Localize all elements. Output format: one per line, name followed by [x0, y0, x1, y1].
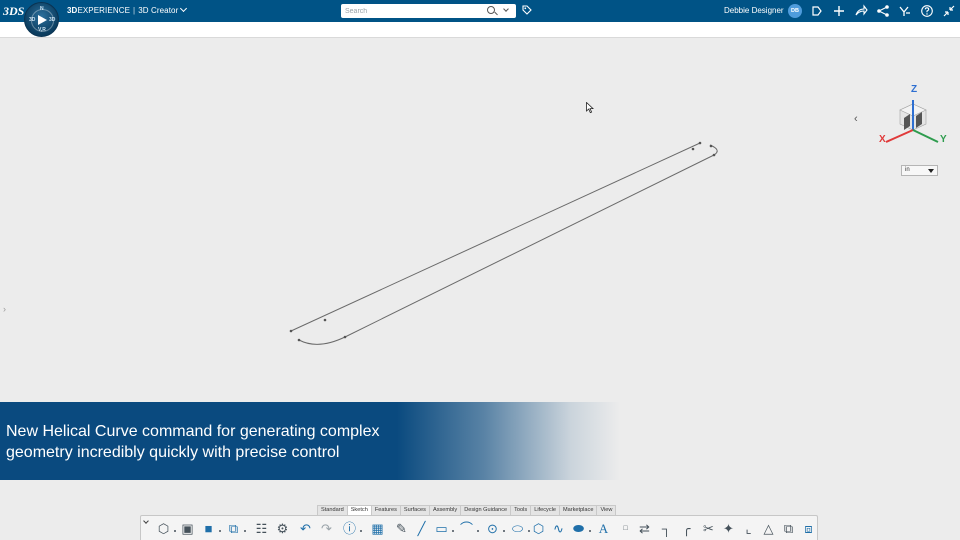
caption-line-2: geometry incredibly quickly with precise… — [6, 444, 340, 461]
share-network-icon[interactable] — [876, 4, 890, 18]
search-input[interactable] — [345, 5, 480, 17]
compass-west-label: 3D — [29, 17, 36, 23]
action-bar-collapse-chevron-icon[interactable] — [143, 518, 149, 524]
tab-sketch[interactable]: Sketch — [346, 505, 372, 515]
undo-icon[interactable]: ↶ — [297, 520, 314, 537]
x-axis-label: X — [879, 134, 886, 145]
sketch-point[interactable] — [323, 318, 327, 322]
sketch-plane-icon[interactable]: ⧉ — [225, 520, 246, 537]
tab-design-guidance[interactable]: Design Guidance — [460, 505, 512, 515]
properties-icon[interactable]: ☷ — [253, 520, 270, 537]
constraint-icon[interactable]: △ — [760, 520, 777, 537]
brand-bold: 3D — [67, 6, 78, 15]
user-name[interactable]: Debbie Designer — [724, 6, 784, 15]
project-icon[interactable]: ✦ — [720, 520, 737, 537]
collapse-fullscreen-icon[interactable] — [942, 4, 956, 18]
community-icon[interactable] — [898, 4, 912, 18]
tab-standard[interactable]: Standard — [317, 505, 348, 515]
cube-icon[interactable]: ⧉ — [780, 520, 797, 537]
chevron-left-icon[interactable]: ‹ — [854, 113, 858, 125]
save-icon[interactable]: ■ — [200, 520, 221, 537]
circle-icon[interactable]: ⊙ — [484, 520, 505, 537]
help-icon[interactable] — [920, 4, 934, 18]
caption-text: New Helical Curve command for generating… — [6, 421, 606, 463]
sketch-line-lower[interactable] — [344, 154, 715, 338]
tab-features[interactable]: Features — [370, 505, 401, 515]
compass-widget[interactable]: 3D V,R N 3D — [24, 2, 59, 37]
z-axis-label: Z — [911, 84, 918, 95]
sketch-point[interactable] — [712, 153, 716, 157]
mouse-cursor-icon — [586, 102, 594, 114]
corner-icon[interactable]: ┐ — [658, 520, 675, 537]
view-cube-icon[interactable]: ⬡ — [155, 520, 176, 537]
sketch-line-upper[interactable] — [290, 142, 701, 332]
play-icon[interactable] — [38, 15, 47, 25]
brand-rest: EXPERIENCE — [77, 6, 131, 15]
caption-line-1: New Helical Curve command for generating… — [6, 423, 380, 440]
action-bar-tabs: Standard Sketch Features Surfaces Assemb… — [317, 505, 617, 515]
dassault-logo-icon: 3DS — [3, 4, 25, 18]
sub-bar — [0, 22, 960, 38]
sketch-arc-left[interactable] — [298, 336, 346, 345]
plus-icon[interactable] — [832, 4, 846, 18]
search-box[interactable] — [341, 4, 516, 18]
polygon-icon[interactable]: ⬡ — [530, 520, 547, 537]
sketch-point[interactable] — [297, 338, 301, 342]
tab-surfaces[interactable]: Surfaces — [399, 505, 430, 515]
orientation-triad[interactable]: Z X Y — [876, 82, 950, 150]
line-icon[interactable]: ╱ — [413, 520, 430, 537]
rectangle-icon[interactable]: ▭ — [433, 520, 454, 537]
tab-assembly[interactable]: Assembly — [428, 505, 462, 515]
tab-lifecycle[interactable]: Lifecycle — [530, 505, 560, 515]
compass-east-label: 3D — [49, 17, 56, 23]
offset-icon[interactable]: ⇄ — [636, 520, 653, 537]
spline-icon[interactable]: ∿ — [550, 520, 567, 537]
tab-tools[interactable]: Tools — [510, 505, 532, 515]
chamfer-icon[interactable]: ⌞ — [740, 520, 757, 537]
caption-banner: New Helical Curve command for generating… — [0, 402, 620, 480]
compass-north-label: N — [40, 6, 44, 12]
grid-icon[interactable]: ▦ — [369, 520, 386, 537]
y-axis-label: Y — [940, 134, 947, 145]
ellipse-icon[interactable]: ⬭ — [509, 520, 530, 537]
sketch-point[interactable] — [289, 329, 293, 333]
settings-icon[interactable]: ⚙ — [274, 520, 291, 537]
text-icon[interactable]: A — [595, 520, 612, 537]
add-content-icon[interactable] — [810, 4, 824, 18]
chevron-down-icon — [180, 4, 188, 13]
redo-icon[interactable]: ↷ — [318, 520, 335, 537]
slot-icon[interactable]: ⬬ — [570, 520, 591, 537]
share-icon[interactable] — [854, 4, 868, 18]
unit-select[interactable]: in — [901, 165, 938, 176]
trim-icon[interactable]: ✂ — [700, 520, 717, 537]
top-bar: 3DS 3DEXPERIENCE|3D Creator Debbie Desig… — [0, 0, 960, 22]
pen-icon[interactable]: ✎ — [393, 520, 410, 537]
app-name: 3D Creator — [138, 6, 179, 15]
exit-sketch-icon[interactable]: ⧈ — [800, 520, 817, 537]
tag-icon[interactable] — [522, 5, 532, 15]
help-icon[interactable]: ⓘ — [341, 520, 362, 537]
sketch-point[interactable] — [343, 335, 347, 339]
sketch-point[interactable] — [698, 141, 702, 145]
brand-separator: | — [133, 6, 136, 15]
app-brand[interactable]: 3DEXPERIENCE | 3D Creator — [67, 4, 188, 15]
sketch-point[interactable] — [691, 147, 695, 151]
compass-south-label: V,R — [38, 27, 46, 33]
search-icon[interactable] — [487, 6, 495, 14]
fillet-icon[interactable]: ╭ — [678, 520, 695, 537]
action-bar: ⬡ ▣ ■ ⧉ ☷ ⚙ ↶ ↷ ⓘ ▦ ✎ ╱ ▭ ⌒ ⊙ ⬭ ⬡ ∿ ⬬ A … — [140, 515, 818, 540]
avatar[interactable]: DB — [788, 4, 802, 18]
part-icon[interactable]: ▣ — [179, 520, 196, 537]
sketch-point[interactable] — [709, 144, 713, 148]
arc-icon[interactable]: ⌒ — [458, 520, 479, 537]
search-options-chevron-icon[interactable] — [503, 6, 509, 12]
point-icon[interactable]: □ — [617, 520, 634, 537]
expand-panel-chevron-icon[interactable]: › — [3, 304, 6, 314]
tab-view[interactable]: View — [596, 505, 617, 515]
tab-marketplace[interactable]: Marketplace — [558, 505, 598, 515]
